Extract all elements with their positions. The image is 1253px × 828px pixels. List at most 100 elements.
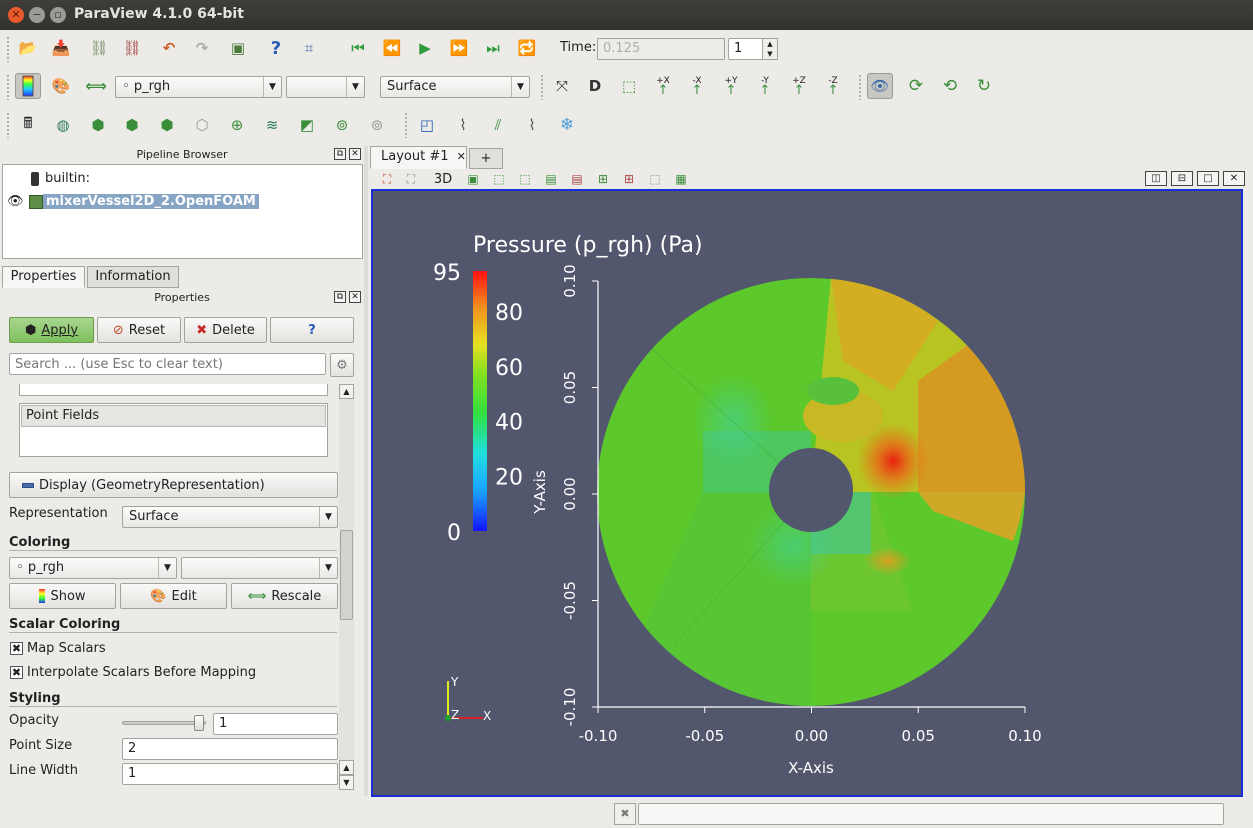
plot-over-line-icon[interactable]: ⌇ — [450, 112, 476, 138]
advanced-settings-gear-icon[interactable]: ⚙ — [330, 353, 354, 377]
toggle-3d-button[interactable]: 3D — [428, 168, 458, 190]
split-horizontal-icon[interactable]: ◫ — [1145, 171, 1167, 186]
time-input[interactable]: 0.125 — [597, 38, 725, 60]
snowflake-icon[interactable]: ❄ — [554, 112, 580, 138]
interpolate-scalars-checkbox[interactable]: ✖ — [10, 666, 23, 679]
rotate-90-icon[interactable]: ⟳ — [903, 73, 929, 99]
point-size-input[interactable]: 2 — [122, 738, 338, 760]
camera-undo-icon[interactable]: ⛶ — [400, 168, 422, 190]
maximize-view-icon[interactable]: □ — [1197, 171, 1219, 186]
previous-frame-icon[interactable]: ⏪ — [379, 35, 405, 61]
timestep-input[interactable]: 1 — [728, 38, 764, 60]
coloring-array-select[interactable]: ◦ p_rgh ▼ — [9, 557, 177, 579]
show-colorbar-button[interactable]: Show — [9, 583, 116, 609]
histogram-icon[interactable]: ⫽ — [485, 112, 511, 138]
plot-selection-icon[interactable]: ⌇ — [519, 112, 545, 138]
scrollbar-thumb[interactable] — [340, 530, 353, 620]
extract-level-icon[interactable]: ⊚ — [364, 112, 390, 138]
group-datasets-icon[interactable]: ⊚ — [329, 112, 355, 138]
tab-layout-1[interactable]: Layout #1 ✕ — [370, 146, 467, 169]
help-icon[interactable]: ? — [263, 35, 289, 61]
toolbar-grip[interactable] — [540, 74, 544, 100]
representation-select[interactable]: Surface ▼ — [380, 76, 530, 98]
loop-icon[interactable]: 🔁 — [514, 35, 540, 61]
scroll-up-icon[interactable]: ▲ — [339, 760, 354, 775]
zoom-to-box-icon[interactable]: ⬚ — [616, 73, 642, 99]
pipeline-browser[interactable]: builtin: 👁 mixerVessel2D_2.OpenFOAM — [2, 164, 363, 259]
warp-vector-icon[interactable]: ◩ — [294, 112, 320, 138]
view-pos-z-icon[interactable]: +Z ↑ — [786, 73, 812, 99]
panel-splitter[interactable] — [364, 146, 368, 796]
cancel-progress-icon[interactable]: ✖ — [614, 803, 636, 825]
center-axes-visibility-icon[interactable]: 👁 — [867, 73, 893, 99]
display-section-toggle[interactable]: Display (GeometryRepresentation) — [9, 472, 338, 498]
polygon-select-icon[interactable]: ⊞ — [618, 168, 640, 190]
select-frustum-icon[interactable]: ▤ — [540, 168, 562, 190]
extract-subset-icon[interactable]: ⬡ — [189, 112, 215, 138]
delete-button[interactable]: ✖ Delete — [184, 317, 267, 343]
toolbar-grip[interactable] — [858, 74, 862, 100]
help-button[interactable]: ? — [270, 317, 354, 343]
next-frame-icon[interactable]: ⏩ — [446, 35, 472, 61]
clip-icon[interactable]: ⬢ — [85, 112, 111, 138]
reset-camera-icon[interactable]: ⤧ — [549, 73, 575, 99]
toolbar-grip[interactable] — [404, 112, 408, 138]
toolbar-grip[interactable] — [6, 74, 10, 100]
render-canvas[interactable]: Pressure (p_rgh) (Pa) 95 0 80604020 -0.1… — [373, 191, 1241, 795]
rescale-button[interactable]: ⟺ Rescale — [231, 583, 338, 609]
toolbar-grip[interactable] — [6, 112, 10, 138]
tab-information[interactable]: Information — [87, 266, 179, 288]
timestep-spinner[interactable]: ▲ ▼ — [762, 38, 778, 60]
close-tab-icon[interactable]: ✕ — [457, 150, 466, 163]
contour-icon[interactable]: ◍ — [50, 112, 76, 138]
select-block-icon[interactable]: ▤ — [566, 168, 588, 190]
edit-color-map-icon[interactable]: 🎨 — [48, 73, 74, 99]
toggle-colorbar-icon[interactable] — [15, 73, 41, 99]
slice-icon[interactable]: ⬢ — [119, 112, 145, 138]
split-vertical-icon[interactable]: ⊟ — [1171, 171, 1193, 186]
list-item[interactable]: Point Fields — [21, 405, 326, 427]
add-layout-tab[interactable]: + — [469, 148, 503, 169]
line-width-input[interactable]: 1 — [122, 763, 338, 785]
search-input[interactable] — [9, 353, 326, 375]
open-file-icon[interactable]: 📂 — [15, 35, 41, 61]
point-fields-list[interactable]: Point Fields — [19, 403, 328, 457]
view-neg-x-icon[interactable]: -X ↑ — [684, 73, 710, 99]
select-cells-on-icon[interactable]: ◰ — [414, 112, 440, 138]
first-frame-icon[interactable]: ⏮ — [345, 35, 371, 61]
threshold-icon[interactable]: ⬢ — [154, 112, 180, 138]
view-pos-x-icon[interactable]: +X ↑ — [650, 73, 676, 99]
window-close-button[interactable]: ✕ — [8, 7, 24, 23]
rescale-range-icon[interactable]: ⟺ — [83, 73, 109, 99]
color-array-select[interactable]: ◦ p_rgh ▼ — [115, 76, 282, 98]
reset-camera-view-icon[interactable]: ▣ — [462, 168, 484, 190]
connect-icon[interactable]: ⛓ — [86, 35, 112, 61]
clear-selection-icon[interactable]: ⬚ — [644, 168, 666, 190]
undo-icon[interactable]: ↶ — [156, 35, 182, 61]
opacity-input[interactable]: 1 — [213, 713, 338, 735]
apply-button[interactable]: ⬢ Apply — [9, 317, 94, 343]
color-component-select[interactable]: ▼ — [286, 76, 365, 98]
view-neg-y-icon[interactable]: -Y ↑ — [752, 73, 778, 99]
scroll-up-icon[interactable]: ▲ — [339, 384, 354, 399]
dock-close-icon[interactable]: ✕ — [349, 291, 361, 303]
capture-icon[interactable]: ⛶ — [376, 168, 398, 190]
pick-center-icon[interactable]: ↻ — [971, 73, 997, 99]
close-view-icon[interactable]: ✕ — [1223, 171, 1245, 186]
dock-float-icon[interactable]: ⧉ — [334, 148, 346, 160]
select-points-icon[interactable]: ⬚ — [514, 168, 536, 190]
render-view[interactable]: Pressure (p_rgh) (Pa) 95 0 80 60 40 20 -… — [371, 189, 1243, 797]
tab-properties[interactable]: Properties — [2, 266, 85, 288]
coloring-component-select[interactable]: ▼ — [181, 557, 338, 579]
load-state-icon[interactable]: 📥 — [48, 35, 74, 61]
pipeline-item-builtin[interactable]: builtin: — [31, 171, 90, 186]
edit-colormap-button[interactable]: 🎨 Edit — [120, 583, 227, 609]
visibility-eye-icon[interactable]: 👁 — [7, 194, 24, 209]
reset-button[interactable]: ⊘ Reset — [97, 317, 181, 343]
toolbar-grip[interactable] — [6, 36, 10, 62]
scroll-down-icon[interactable]: ▼ — [339, 775, 354, 790]
dock-close-icon[interactable]: ✕ — [349, 148, 361, 160]
select-cells-icon[interactable]: ⬚ — [488, 168, 510, 190]
zoom-to-data-icon[interactable]: D — [582, 73, 608, 99]
redo-icon[interactable]: ↷ — [189, 35, 215, 61]
